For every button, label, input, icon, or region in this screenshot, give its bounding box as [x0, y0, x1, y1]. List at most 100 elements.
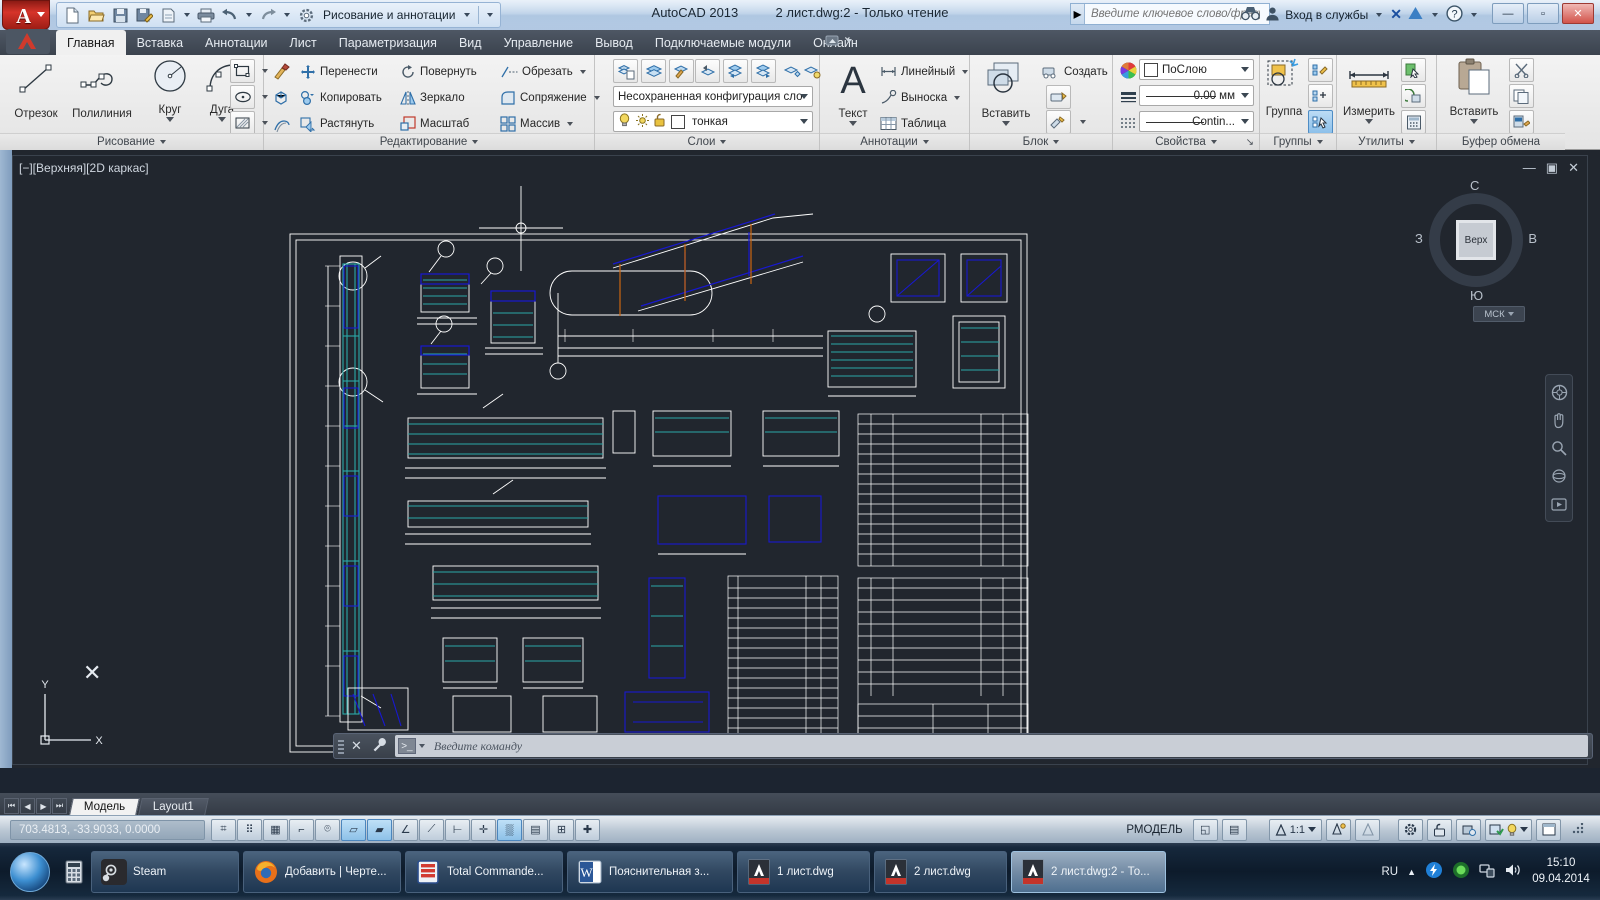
- selection-cycling-toggle[interactable]: ✚: [575, 818, 600, 841]
- tool-table[interactable]: Таблица: [880, 113, 946, 134]
- quick-launch-calculator[interactable]: [57, 853, 91, 891]
- language-indicator[interactable]: RU: [1381, 866, 1398, 878]
- workspace-switch-icon[interactable]: [1398, 818, 1423, 841]
- user-account-icon[interactable]: [1265, 6, 1280, 24]
- space-label[interactable]: РМОДЕЛЬ: [1120, 824, 1188, 836]
- chevron-down-icon[interactable]: [246, 13, 252, 17]
- panel-block-title[interactable]: Блок: [970, 133, 1112, 150]
- panel-modify-title[interactable]: Редактирование: [264, 133, 594, 150]
- search-binoculars-icon[interactable]: [1241, 6, 1261, 24]
- tab-вид[interactable]: Вид: [448, 30, 493, 55]
- antivirus-icon[interactable]: [1452, 861, 1470, 882]
- tool-create-block[interactable]: Создать: [1042, 61, 1108, 82]
- tool-trim[interactable]: Обрезать: [500, 61, 586, 82]
- chevron-down-icon[interactable]: [166, 117, 174, 122]
- undo-icon[interactable]: [219, 4, 241, 26]
- ucs-tracking-toggle[interactable]: ⟋: [419, 818, 444, 841]
- layer-properties-icon[interactable]: [613, 59, 638, 83]
- taskbar-button-sheet2[interactable]: 2 лист.dwg: [874, 850, 1007, 893]
- qat-overflow-icon[interactable]: [487, 13, 494, 17]
- tab-вставка[interactable]: Вставка: [126, 30, 194, 55]
- dynamic-input-toggle[interactable]: ✛: [471, 818, 496, 841]
- object-snap-toggle[interactable]: ▱: [341, 818, 366, 841]
- print-icon[interactable]: [195, 4, 217, 26]
- layer-previous-icon[interactable]: [695, 59, 720, 83]
- layout-tab-model[interactable]: Модель: [69, 798, 141, 815]
- chevron-down-icon[interactable]: [1470, 119, 1478, 124]
- prev-layout-button[interactable]: ◀: [20, 798, 35, 814]
- tab-параметризация[interactable]: Параметризация: [328, 30, 448, 55]
- panel-annotation-title[interactable]: Аннотации: [820, 133, 969, 150]
- close-icon[interactable]: ✕: [348, 738, 365, 754]
- infer-constraints-toggle[interactable]: ⌗: [211, 818, 236, 841]
- viewcube[interactable]: Верх С З В Ю: [1415, 178, 1537, 303]
- taskbar-button-steam[interactable]: Steam: [91, 850, 239, 893]
- show-hidden-icon[interactable]: ▲: [1407, 867, 1416, 877]
- block-tools-dropdown[interactable]: [1070, 110, 1095, 134]
- sun-icon[interactable]: [636, 113, 649, 130]
- panel-groups-title[interactable]: Группы: [1260, 133, 1336, 150]
- redo-icon[interactable]: [257, 4, 279, 26]
- chevron-down-icon[interactable]: [1471, 12, 1477, 17]
- exchange-app-icon[interactable]: ✕: [1390, 6, 1402, 23]
- clock[interactable]: 15:10 09.04.2014: [1530, 856, 1592, 887]
- tool-stretch[interactable]: Растянуть: [300, 113, 374, 134]
- viewcube-west-label[interactable]: З: [1415, 231, 1423, 246]
- tool-leader[interactable]: Выноска: [880, 87, 961, 108]
- showmotion-icon[interactable]: [1546, 490, 1572, 518]
- command-line[interactable]: ✕ >_ Введите команду: [333, 733, 1593, 759]
- chevron-down-icon[interactable]: [579, 69, 586, 74]
- command-input[interactable]: >_ Введите команду: [394, 735, 1588, 757]
- tab-лист[interactable]: Лист: [279, 30, 328, 55]
- viewcube-north-label[interactable]: С: [1470, 178, 1479, 193]
- taskbar-button-sheet1[interactable]: 1 лист.dwg: [737, 850, 870, 893]
- tool-insert-block[interactable]: Вставить: [973, 57, 1039, 129]
- annotation-visibility-icon[interactable]: [1326, 818, 1351, 841]
- tool-line[interactable]: Отрезок: [8, 57, 64, 129]
- tool-linear-dimension[interactable]: Линейный: [880, 61, 969, 82]
- chevron-down-icon[interactable]: [1002, 121, 1010, 126]
- signin-label[interactable]: Вход в службы: [1285, 8, 1368, 22]
- chevron-down-icon[interactable]: [464, 13, 471, 17]
- viewcube-face-top[interactable]: Верх: [1456, 220, 1496, 260]
- tool-scale[interactable]: Масштаб: [400, 113, 469, 134]
- tool-copy[interactable]: Копировать: [300, 87, 382, 108]
- snap-mode-toggle[interactable]: ⠿: [237, 818, 262, 841]
- chevron-down-icon[interactable]: [954, 95, 961, 100]
- quick-access-toolbar[interactable]: Рисование и аннотации: [56, 2, 502, 28]
- start-button[interactable]: [3, 850, 57, 894]
- ucs-selector-button[interactable]: МСК: [1473, 306, 1525, 322]
- tab-управление[interactable]: Управление: [493, 30, 585, 55]
- chevron-down-icon[interactable]: [1432, 12, 1438, 17]
- paper-space-icon[interactable]: ▤: [1221, 818, 1247, 841]
- save-as-icon[interactable]: [133, 4, 155, 26]
- cad-drawing[interactable]: [13, 156, 1589, 766]
- taskbar-button-firefox[interactable]: Добавить | Черте...: [243, 850, 401, 893]
- viewcube-south-label[interactable]: Ю: [1470, 288, 1483, 303]
- panel-layers-title[interactable]: Слои: [595, 133, 819, 150]
- tool-fillet[interactable]: Сопряжение: [500, 87, 600, 108]
- cut-icon[interactable]: [1509, 58, 1534, 82]
- tool-text[interactable]: A Текст: [825, 57, 881, 129]
- edit-attribute-icon[interactable]: [1046, 85, 1071, 109]
- close-button[interactable]: ✕: [1562, 3, 1594, 24]
- lineweight-combo[interactable]: 0.00 мм: [1139, 85, 1254, 106]
- transparency-toggle[interactable]: ▤: [523, 818, 548, 841]
- maximize-button[interactable]: ▫: [1527, 3, 1559, 24]
- unlock-icon[interactable]: [654, 113, 666, 130]
- tool-paste[interactable]: Вставить: [1443, 57, 1505, 129]
- panel-clipboard-title[interactable]: Буфер обмена: [1437, 133, 1565, 150]
- navigation-bar[interactable]: [1545, 374, 1573, 522]
- wrench-icon[interactable]: [369, 737, 391, 756]
- tool-polyline[interactable]: Полилиния: [66, 57, 138, 129]
- tool-move[interactable]: Перенести: [300, 61, 378, 82]
- 3d-object-snap-toggle[interactable]: ▰: [367, 818, 392, 841]
- network-icon[interactable]: [1479, 862, 1495, 881]
- chevron-down-icon[interactable]: [184, 13, 190, 17]
- panel-draw-title[interactable]: Рисование: [0, 133, 263, 150]
- define-attribute-icon[interactable]: [1046, 110, 1071, 134]
- status-bar-menu-icon[interactable]: [1565, 819, 1590, 841]
- isolate-objects-icon[interactable]: [1485, 818, 1532, 841]
- tool-rotate[interactable]: Повернуть: [400, 61, 477, 82]
- pan-icon[interactable]: [1546, 406, 1572, 434]
